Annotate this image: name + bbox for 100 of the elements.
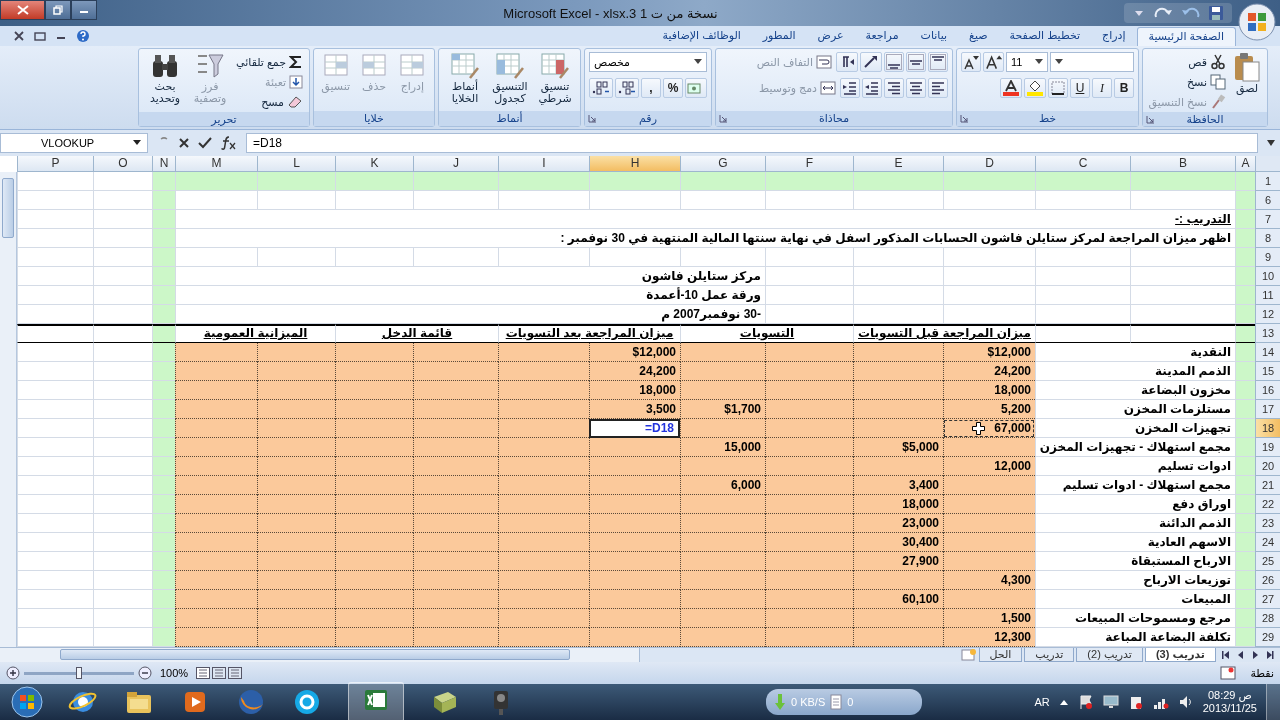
spreadsheet-cell[interactable] bbox=[335, 362, 413, 381]
spreadsheet-cell[interactable]: $12,000 bbox=[943, 343, 1035, 362]
spreadsheet-cell[interactable] bbox=[589, 514, 680, 533]
close-button[interactable] bbox=[0, 0, 45, 20]
spreadsheet-cell[interactable] bbox=[589, 533, 680, 552]
spreadsheet-cell[interactable]: اظهر ميزان المراجعة لمركز ستايلن فاشون الحسابات المذكور اسفل في نهاية سنتها المالية المنتهية في 30 نوفمبر : bbox=[175, 229, 1235, 248]
spreadsheet-cell[interactable] bbox=[413, 552, 498, 571]
spreadsheet-cell[interactable] bbox=[175, 514, 257, 533]
spreadsheet-cell[interactable] bbox=[335, 381, 413, 400]
spreadsheet-cell[interactable] bbox=[175, 476, 257, 495]
spreadsheet-cell[interactable]: 1,500 bbox=[943, 609, 1035, 628]
speaker-icon[interactable] bbox=[1177, 694, 1194, 710]
column-header[interactable]: L bbox=[257, 156, 335, 172]
row-header[interactable]: 17 bbox=[1255, 400, 1280, 419]
row-header[interactable]: 14 bbox=[1255, 343, 1280, 362]
number-style-button[interactable]: , bbox=[641, 78, 661, 98]
show-hidden-icon[interactable] bbox=[1058, 698, 1069, 706]
indent-button[interactable] bbox=[862, 78, 882, 98]
clear-button[interactable]: مسح bbox=[234, 92, 305, 112]
text-direction-button[interactable] bbox=[836, 52, 858, 72]
dialog-launcher-icon[interactable] bbox=[588, 114, 597, 123]
close-icon[interactable] bbox=[14, 31, 24, 41]
spreadsheet-cell[interactable] bbox=[257, 438, 335, 457]
column-header[interactable]: K bbox=[335, 156, 413, 172]
vertical-align-button[interactable] bbox=[884, 52, 904, 72]
sheet-tab[interactable]: تدريب bbox=[1024, 648, 1075, 662]
ribbon-tab[interactable]: إدراج bbox=[1091, 27, 1137, 46]
spreadsheet-cell[interactable] bbox=[175, 571, 257, 590]
spreadsheet-cell[interactable] bbox=[175, 457, 257, 476]
paste-button[interactable]: لصق bbox=[1231, 52, 1263, 94]
find-select-button[interactable]: بحث وتحديد bbox=[144, 52, 187, 104]
column-header[interactable]: N bbox=[152, 156, 175, 172]
spreadsheet-cell[interactable] bbox=[175, 590, 257, 609]
show-desktop-button[interactable] bbox=[1266, 684, 1280, 720]
spreadsheet-cell[interactable] bbox=[680, 495, 765, 514]
spreadsheet-cell[interactable] bbox=[257, 343, 335, 362]
sheet-tab[interactable]: تدريب (3) bbox=[1144, 648, 1216, 662]
flag-icon[interactable] bbox=[1077, 694, 1094, 710]
dialog-launcher-icon[interactable] bbox=[719, 114, 728, 123]
spreadsheet-cell[interactable]: الاسهم العادية bbox=[1035, 533, 1235, 552]
accounting-format-button[interactable] bbox=[685, 78, 707, 98]
spreadsheet-cell[interactable] bbox=[765, 514, 853, 533]
row-header[interactable]: 24 bbox=[1255, 533, 1280, 552]
view-mode-icon[interactable] bbox=[212, 667, 227, 679]
spreadsheet-cell[interactable] bbox=[335, 457, 413, 476]
spreadsheet-cell[interactable] bbox=[498, 628, 589, 647]
decimal-button[interactable] bbox=[615, 78, 639, 98]
spreadsheet-cell[interactable] bbox=[498, 419, 589, 438]
zoom-in-icon[interactable] bbox=[6, 666, 20, 680]
spreadsheet-cell[interactable] bbox=[853, 457, 943, 476]
row-header[interactable]: 26 bbox=[1255, 571, 1280, 590]
spreadsheet-cell[interactable] bbox=[589, 457, 680, 476]
spreadsheet-cell[interactable] bbox=[413, 438, 498, 457]
spreadsheet-cell[interactable] bbox=[589, 609, 680, 628]
spreadsheet-cell[interactable] bbox=[680, 343, 765, 362]
spreadsheet-cell[interactable] bbox=[680, 571, 765, 590]
spreadsheet-cell[interactable] bbox=[175, 343, 257, 362]
spreadsheet-cell[interactable] bbox=[943, 476, 1035, 495]
spreadsheet-cell[interactable] bbox=[413, 571, 498, 590]
ribbon-tab[interactable]: بيانات bbox=[909, 27, 959, 46]
restore-icon[interactable] bbox=[34, 31, 46, 41]
spreadsheet-cell[interactable]: اوراق دفع bbox=[1035, 495, 1235, 514]
spreadsheet-cell[interactable]: مخزون البضاعة bbox=[1035, 381, 1235, 400]
formula-field[interactable]: =D18 bbox=[246, 133, 1258, 153]
copy-button[interactable]: نسخ bbox=[1146, 72, 1228, 92]
start-button[interactable] bbox=[10, 685, 44, 719]
spreadsheet-cell[interactable] bbox=[413, 381, 498, 400]
spreadsheet-cell[interactable] bbox=[765, 438, 853, 457]
spreadsheet-cell[interactable] bbox=[765, 552, 853, 571]
taskbar-button[interactable] bbox=[348, 682, 404, 720]
spreadsheet-cell[interactable] bbox=[413, 590, 498, 609]
chat-icon[interactable] bbox=[292, 687, 322, 717]
row-header[interactable]: 8 bbox=[1255, 229, 1280, 248]
spreadsheet-cell[interactable] bbox=[175, 552, 257, 571]
spreadsheet-cell[interactable]: الذمم المدينة bbox=[1035, 362, 1235, 381]
spreadsheet-cell[interactable] bbox=[413, 533, 498, 552]
spreadsheet-cell[interactable] bbox=[257, 362, 335, 381]
horizontal-align-button[interactable] bbox=[906, 78, 926, 98]
spreadsheet-cell[interactable] bbox=[335, 476, 413, 495]
spreadsheet-cell[interactable] bbox=[413, 362, 498, 381]
spreadsheet-cell[interactable]: مرجع ومسموحات المبيعات bbox=[1035, 609, 1235, 628]
font-style-button[interactable]: I bbox=[1092, 78, 1112, 98]
spreadsheet-cell[interactable] bbox=[1035, 324, 1130, 343]
horizontal-align-button[interactable] bbox=[884, 78, 904, 98]
font-style-button[interactable]: B bbox=[1114, 78, 1134, 98]
spreadsheet-cell[interactable] bbox=[257, 419, 335, 438]
spreadsheet-cell[interactable]: مجمع استهلاك - تجهيزات المخزن bbox=[1035, 438, 1235, 457]
globe-browser-icon[interactable] bbox=[236, 687, 266, 717]
spreadsheet-cell[interactable] bbox=[943, 552, 1035, 571]
spreadsheet-cell[interactable] bbox=[257, 514, 335, 533]
expand-icon[interactable] bbox=[1266, 139, 1276, 147]
spreadsheet-cell[interactable]: مستلزمات المخزن bbox=[1035, 400, 1235, 419]
spreadsheet-cell[interactable] bbox=[335, 495, 413, 514]
spreadsheet-cell[interactable] bbox=[853, 400, 943, 419]
spreadsheet-cell[interactable] bbox=[257, 533, 335, 552]
spreadsheet-cell[interactable] bbox=[175, 533, 257, 552]
spreadsheet-cell[interactable] bbox=[853, 571, 943, 590]
spreadsheet-cell[interactable] bbox=[152, 324, 175, 343]
spreadsheet-cell[interactable] bbox=[413, 476, 498, 495]
column-header[interactable]: M bbox=[175, 156, 257, 172]
